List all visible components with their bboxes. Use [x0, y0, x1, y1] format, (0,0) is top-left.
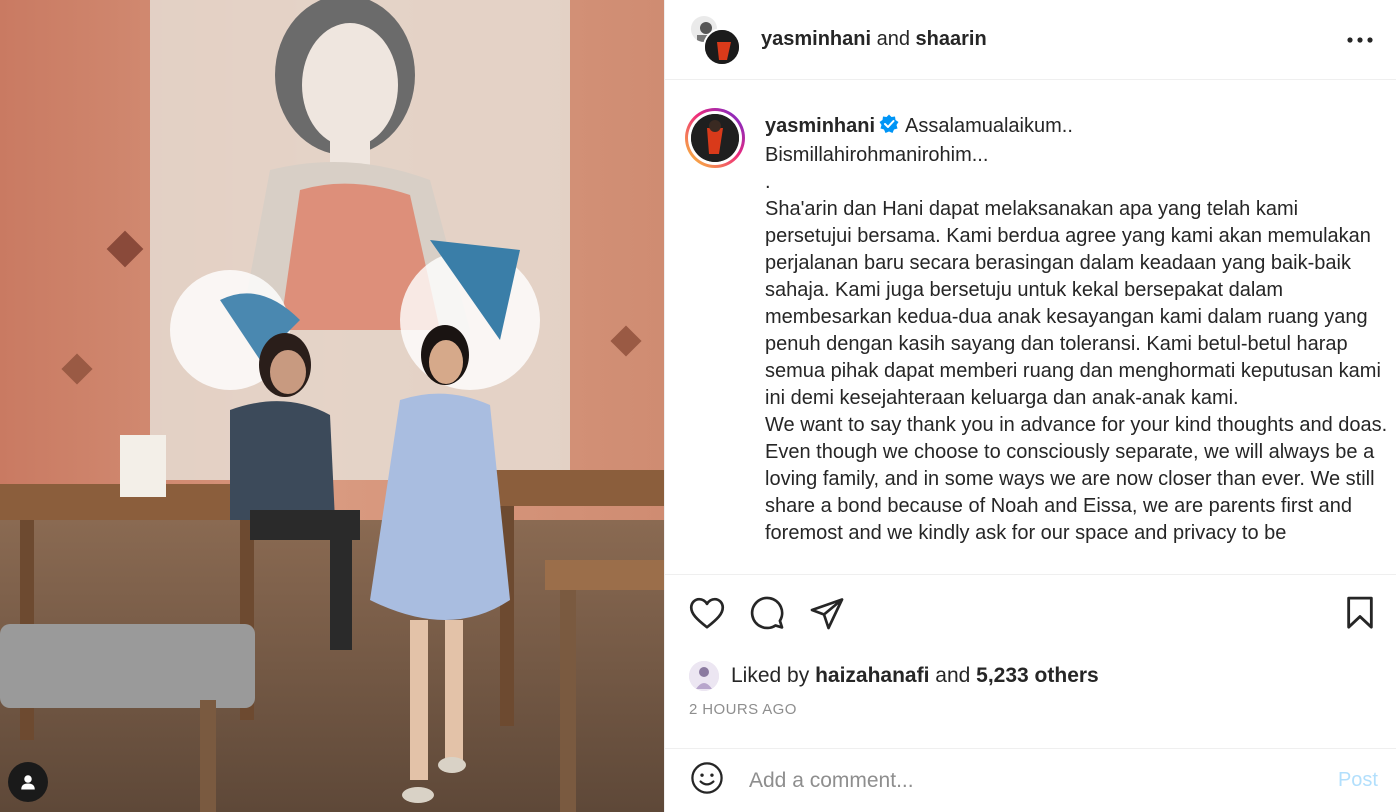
likes-conjunction: and [935, 664, 971, 687]
save-button[interactable] [1342, 596, 1378, 635]
post-caption: yasminhani Assalamualaikum.. Bismillahiro… [765, 108, 1390, 574]
action-bar [665, 575, 1396, 655]
bookmark-icon [1345, 596, 1375, 635]
caption-line: Sha'arin dan Hani dapat melaksanakan apa… [765, 198, 1381, 409]
more-horizontal-icon [1346, 31, 1374, 49]
post-header: yasminhani and shaarin [665, 0, 1396, 80]
more-options-button[interactable] [1342, 22, 1378, 58]
post-timestamp[interactable]: 2 HOURS AGO [665, 697, 1396, 739]
caption-line: . [765, 171, 771, 193]
caption-text-first: Assalamualaikum.. [905, 115, 1073, 137]
emoji-icon [690, 761, 724, 800]
header-username-2[interactable]: shaarin [916, 28, 987, 50]
post-comment-button[interactable]: Post [1338, 769, 1378, 792]
collab-usernames: yasminhani and shaarin [761, 28, 1342, 51]
comment-button[interactable] [749, 595, 785, 636]
paper-plane-icon [809, 595, 845, 636]
post-dialog: yasminhani and shaarin yasminhani Assala… [0, 0, 1396, 812]
comments-area[interactable]: yasminhani Assalamualaikum.. Bismillahiro… [665, 80, 1396, 575]
photo-illustration [0, 0, 664, 812]
verified-badge-icon [879, 114, 899, 142]
header-username-1[interactable]: yasminhani [761, 28, 871, 50]
comment-icon [749, 595, 785, 636]
caption-username[interactable]: yasminhani [765, 115, 875, 137]
likes-others-link[interactable]: 5,233 others [976, 664, 1099, 688]
add-comment-bar: Post [665, 748, 1396, 812]
likes-summary: Liked by haizahanafi and 5,233 others [665, 655, 1396, 697]
caption-line: Bismillahirohmanirohim... [765, 144, 989, 166]
caption-first-line: yasminhani Assalamualaikum.. [765, 113, 1390, 142]
share-button[interactable] [809, 597, 845, 633]
post-details: yasminhani and shaarin yasminhani Assala… [664, 0, 1396, 812]
like-button[interactable] [689, 597, 725, 633]
post-photo[interactable] [0, 0, 664, 812]
likes-prefix: Liked by [731, 664, 810, 687]
avatar-yasminhani[interactable] [703, 27, 741, 66]
caption-line: We want to say thank you in advance for … [765, 414, 1388, 436]
liker-username[interactable]: haizahanafi [815, 664, 929, 688]
user-tag-icon [19, 773, 37, 791]
caption-line: Even though we choose to consciously sep… [765, 441, 1375, 544]
liker-avatar[interactable] [689, 661, 719, 691]
comment-input[interactable] [749, 768, 1338, 793]
collab-avatars[interactable] [689, 13, 741, 66]
header-conjunction: and [876, 28, 910, 50]
emoji-button[interactable] [689, 761, 725, 800]
author-avatar[interactable] [685, 108, 745, 168]
user-tags-button[interactable] [8, 762, 48, 802]
heart-icon [689, 596, 725, 635]
